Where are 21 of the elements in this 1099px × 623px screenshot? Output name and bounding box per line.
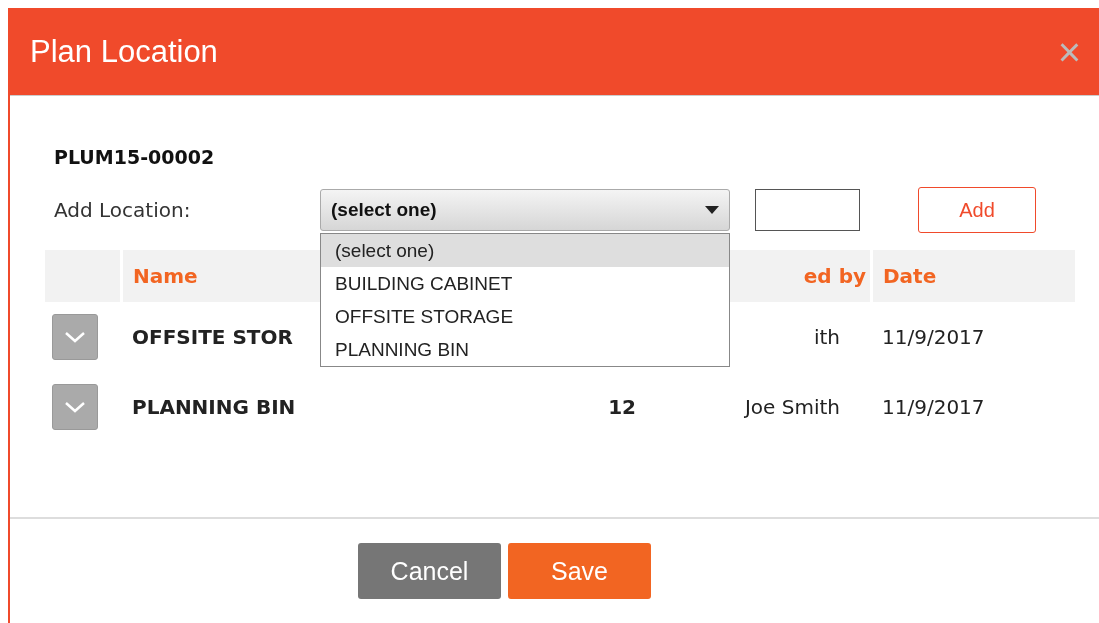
chevron-down-icon [64, 401, 86, 413]
add-button[interactable]: Add [918, 187, 1036, 233]
table-cell-text: 12 [607, 394, 637, 421]
quantity-field[interactable] [755, 189, 860, 231]
caret-icon [705, 206, 719, 214]
dropdown-option[interactable]: (select one) [321, 234, 729, 267]
column-header: Date [870, 250, 1075, 302]
cancel-button[interactable]: Cancel [358, 543, 501, 599]
expand-button[interactable] [52, 384, 98, 430]
table-cell-text: ith [812, 324, 841, 351]
record-id: PLUM15-00002 [54, 146, 216, 168]
add-location-label: Add Location: [54, 198, 192, 222]
table-cell-text: PLANNING BIN [131, 394, 297, 421]
table-cell-text: OFFSITE STOR [131, 324, 294, 351]
table-cell-text: 11/9/2017 [881, 394, 986, 421]
expand-button[interactable] [52, 314, 98, 360]
table-cell-text: 11/9/2017 [881, 324, 986, 351]
location-select[interactable]: (select one) [320, 189, 730, 231]
dialog-title: Plan Location [30, 33, 218, 70]
chevron-down-icon [64, 331, 86, 343]
table-cell-text: Joe Smith [743, 394, 841, 421]
